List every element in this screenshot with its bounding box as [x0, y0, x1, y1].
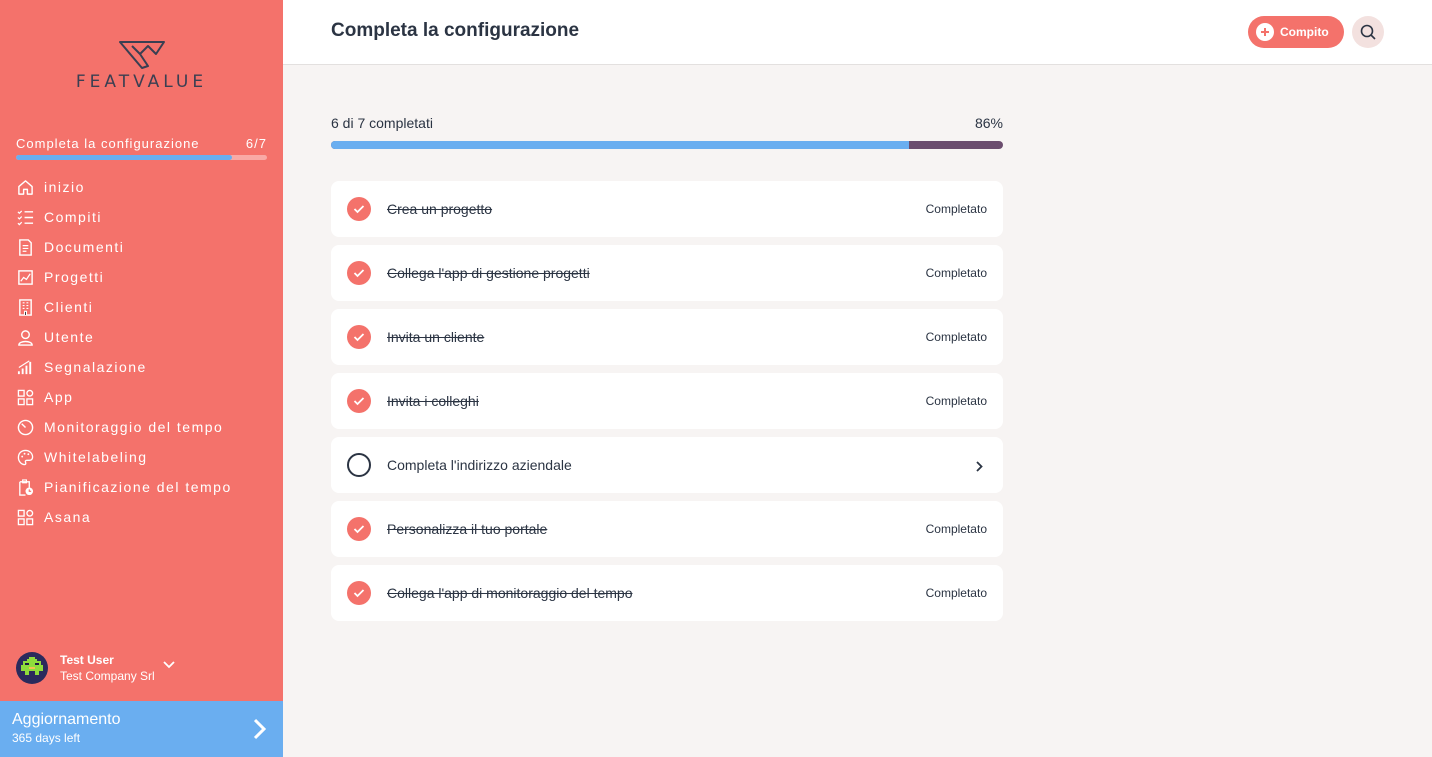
sidebar-item-inizio[interactable]: inizio — [16, 172, 276, 202]
setup-progress-bar — [16, 155, 267, 160]
check-circle-icon — [347, 517, 371, 541]
plus-icon — [1256, 23, 1274, 41]
sidebar-item-utente[interactable]: Utente — [16, 322, 276, 352]
progress-header: 6 di 7 completati 86% — [331, 115, 1003, 131]
check-circle-icon — [347, 389, 371, 413]
setup-count: 6/7 — [245, 136, 267, 151]
avatar-pixel-icon — [21, 657, 43, 675]
timer-icon — [16, 418, 34, 436]
task-status: Completato — [925, 330, 987, 344]
top-header: Completa la configurazione Compito — [283, 0, 1432, 65]
document-icon — [16, 238, 34, 256]
search-button[interactable] — [1352, 16, 1384, 48]
chevron-down-icon[interactable] — [163, 656, 175, 674]
user-company: Test Company Srl — [60, 669, 155, 683]
user-name: Test User — [60, 653, 114, 667]
sidebar-item-app[interactable]: App — [16, 382, 276, 412]
sidebar-item-monitoraggio-del-tempo[interactable]: Monitoraggio del tempo — [16, 412, 276, 442]
sidebar: FEATVALUE Completa la configurazione 6/7… — [0, 0, 283, 757]
add-task-button[interactable]: Compito — [1248, 16, 1344, 48]
task-label: Personalizza il tuo portale — [387, 521, 548, 537]
chevron-right-icon — [976, 459, 983, 477]
sidebar-item-compiti[interactable]: Compiti — [16, 202, 276, 232]
checklist-icon — [16, 208, 34, 226]
task-status: Completato — [925, 522, 987, 536]
sidebar-item-pianificazione-del-tempo[interactable]: Pianificazione del tempo — [16, 472, 276, 502]
task-status: Completato — [925, 586, 987, 600]
upgrade-banner[interactable]: Aggiornamento 365 days left — [0, 701, 283, 757]
brand-logo[interactable]: FEATVALUE — [0, 40, 283, 92]
upgrade-title: Aggiornamento — [12, 711, 121, 728]
task-item[interactable]: Crea un progetto Completato — [331, 181, 1003, 237]
task-status: Completato — [925, 394, 987, 408]
task-label: Invita un cliente — [387, 329, 485, 345]
progress-label: 6 di 7 completati — [331, 115, 433, 131]
progress-bar — [331, 141, 1003, 149]
sidebar-item-documenti[interactable]: Documenti — [16, 232, 276, 262]
check-circle-icon — [347, 261, 371, 285]
apps-icon — [16, 508, 34, 526]
avatar — [16, 652, 48, 684]
chart-icon — [16, 268, 34, 286]
add-task-label: Compito — [1280, 25, 1329, 39]
check-circle-icon — [347, 197, 371, 221]
task-list: Crea un progetto Completato Collega l'ap… — [331, 181, 1003, 629]
progress-fill — [331, 141, 909, 149]
progress-percent: 86% — [974, 115, 1003, 131]
brand-name: FEATVALUE — [75, 72, 208, 92]
check-circle-icon — [347, 325, 371, 349]
check-circle-icon — [347, 581, 371, 605]
sidebar-item-clienti[interactable]: Clienti — [16, 292, 276, 322]
sidebar-item-progetti[interactable]: Progetti — [16, 262, 276, 292]
palette-icon — [16, 448, 34, 466]
task-item[interactable]: Collega l'app di monitoraggio del tempo … — [331, 565, 1003, 621]
task-label: Completa l'indirizzo aziendale — [387, 457, 572, 473]
task-item[interactable]: Completa l'indirizzo aziendale — [331, 437, 1003, 493]
setup-label: Completa la configurazione — [16, 136, 200, 151]
apps-icon — [16, 388, 34, 406]
sidebar-item-whitelabeling[interactable]: Whitelabeling — [16, 442, 276, 472]
clipboard-clock-icon — [16, 478, 34, 496]
home-icon — [16, 178, 34, 196]
task-status: Completato — [925, 266, 987, 280]
search-icon — [1360, 24, 1376, 40]
task-status: Completato — [925, 202, 987, 216]
building-icon — [16, 298, 34, 316]
user-icon — [16, 328, 34, 346]
task-item[interactable]: Personalizza il tuo portale Completato — [331, 501, 1003, 557]
setup-progress[interactable]: Completa la configurazione 6/7 — [16, 136, 267, 160]
task-label: Crea un progetto — [387, 201, 493, 217]
bar-signal-icon — [16, 358, 34, 376]
task-item[interactable]: Invita un cliente Completato — [331, 309, 1003, 365]
chevron-right-icon — [253, 718, 267, 745]
task-item[interactable]: Collega l'app di gestione progetti Compl… — [331, 245, 1003, 301]
task-label: Collega l'app di monitoraggio del tempo — [387, 585, 633, 601]
sidebar-item-asana[interactable]: Asana — [16, 502, 276, 532]
empty-circle-icon — [347, 453, 371, 477]
task-label: Collega l'app di gestione progetti — [387, 265, 590, 281]
setup-progress-fill — [16, 155, 232, 160]
task-label: Invita i colleghi — [387, 393, 479, 409]
upgrade-subtitle: 365 days left — [12, 731, 81, 745]
sidebar-item-segnalazione[interactable]: Segnalazione — [16, 352, 276, 382]
page-title: Completa la configurazione — [331, 20, 580, 41]
task-item[interactable]: Invita i colleghi Completato — [331, 373, 1003, 429]
sidebar-nav: inizio Compiti Documenti Progetti Client… — [16, 172, 276, 532]
logo-mark-icon — [118, 41, 165, 69]
user-menu[interactable]: Test User Test Company Srl — [16, 652, 276, 684]
